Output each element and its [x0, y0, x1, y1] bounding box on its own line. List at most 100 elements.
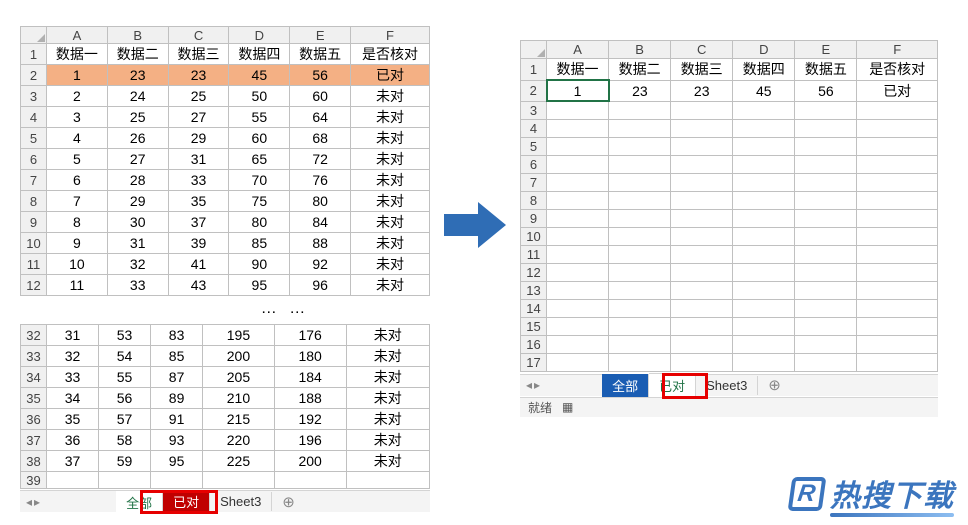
cell[interactable]	[547, 281, 609, 299]
cell[interactable]	[609, 227, 671, 245]
cell[interactable]: 27	[107, 149, 168, 170]
col-B[interactable]: B	[107, 27, 168, 44]
cell[interactable]	[733, 353, 795, 371]
row-6[interactable]: 6	[521, 155, 547, 173]
row-9[interactable]: 9	[521, 209, 547, 227]
cell[interactable]	[609, 209, 671, 227]
cell[interactable]: 数据一	[47, 44, 108, 65]
cell[interactable]: 91	[151, 409, 203, 430]
cell[interactable]: 是否核对	[857, 59, 938, 81]
cell[interactable]	[547, 137, 609, 155]
select-all-corner[interactable]	[21, 27, 47, 44]
cell[interactable]	[733, 101, 795, 119]
select-all-corner[interactable]	[521, 41, 547, 59]
cell[interactable]	[671, 245, 733, 263]
col-F[interactable]: F	[857, 41, 938, 59]
cell[interactable]	[346, 472, 430, 489]
cell[interactable]: 35	[168, 191, 229, 212]
cell[interactable]: 1	[547, 80, 609, 101]
cell[interactable]	[547, 317, 609, 335]
cell[interactable]: 未对	[346, 388, 430, 409]
cell[interactable]: 92	[290, 254, 351, 275]
row-14[interactable]: 14	[521, 299, 547, 317]
cell[interactable]: 23	[168, 65, 229, 86]
cell[interactable]	[547, 353, 609, 371]
cell[interactable]	[857, 299, 938, 317]
cell[interactable]	[609, 137, 671, 155]
cell[interactable]	[671, 119, 733, 137]
row-2[interactable]: 2	[21, 65, 47, 86]
cell[interactable]: 60	[229, 128, 290, 149]
cell[interactable]: 数据三	[671, 59, 733, 81]
cell[interactable]: 未对	[351, 233, 430, 254]
cell[interactable]: 180	[274, 346, 346, 367]
cell[interactable]: 未对	[351, 128, 430, 149]
cell[interactable]: 32	[107, 254, 168, 275]
cell[interactable]: 55	[99, 367, 151, 388]
cell[interactable]	[857, 155, 938, 173]
cell[interactable]: 80	[290, 191, 351, 212]
cell[interactable]	[609, 173, 671, 191]
cell[interactable]: 32	[47, 346, 99, 367]
macro-record-icon[interactable]: ▦	[562, 400, 573, 414]
cell[interactable]	[795, 227, 857, 245]
cell[interactable]: 未对	[351, 191, 430, 212]
tab-next-icon[interactable]: ▸	[534, 378, 540, 392]
cell[interactable]	[733, 155, 795, 173]
cell[interactable]: 90	[229, 254, 290, 275]
col-C[interactable]: C	[168, 27, 229, 44]
cell[interactable]: 85	[229, 233, 290, 254]
cell[interactable]: 60	[290, 86, 351, 107]
row-12[interactable]: 12	[521, 263, 547, 281]
row-12[interactable]: 12	[21, 275, 47, 296]
row-8[interactable]: 8	[21, 191, 47, 212]
cell[interactable]	[795, 119, 857, 137]
row-1[interactable]: 1	[521, 59, 547, 81]
cell[interactable]: 53	[99, 325, 151, 346]
cell[interactable]	[733, 245, 795, 263]
cell[interactable]: 45	[733, 80, 795, 101]
cell[interactable]	[609, 281, 671, 299]
cell[interactable]	[733, 119, 795, 137]
cell[interactable]	[671, 155, 733, 173]
cell[interactable]	[609, 191, 671, 209]
cell[interactable]: 56	[290, 65, 351, 86]
cell[interactable]	[671, 173, 733, 191]
cell[interactable]: 未对	[351, 107, 430, 128]
cell[interactable]: 9	[47, 233, 108, 254]
row-10[interactable]: 10	[521, 227, 547, 245]
cell[interactable]: 85	[151, 346, 203, 367]
cell[interactable]: 210	[203, 388, 275, 409]
cell[interactable]: 33	[107, 275, 168, 296]
cell[interactable]: 数据四	[733, 59, 795, 81]
cell[interactable]	[609, 353, 671, 371]
cell[interactable]: 57	[99, 409, 151, 430]
cell[interactable]	[857, 173, 938, 191]
cell[interactable]	[99, 472, 151, 489]
cell[interactable]	[733, 173, 795, 191]
cell[interactable]	[609, 245, 671, 263]
col-B[interactable]: B	[609, 41, 671, 59]
cell[interactable]: 83	[151, 325, 203, 346]
cell[interactable]	[671, 137, 733, 155]
col-F[interactable]: F	[351, 27, 430, 44]
cell[interactable]	[857, 353, 938, 371]
cell[interactable]	[671, 101, 733, 119]
cell[interactable]: 76	[290, 170, 351, 191]
cell[interactable]	[671, 335, 733, 353]
cell[interactable]	[671, 209, 733, 227]
row-2[interactable]: 2	[521, 80, 547, 101]
cell[interactable]: 70	[229, 170, 290, 191]
cell[interactable]	[733, 299, 795, 317]
cell[interactable]: 192	[274, 409, 346, 430]
cell[interactable]: 未对	[351, 212, 430, 233]
cell[interactable]: 未对	[346, 325, 430, 346]
cell[interactable]	[547, 155, 609, 173]
row-3[interactable]: 3	[521, 101, 547, 119]
cell[interactable]: 68	[290, 128, 351, 149]
cell[interactable]	[671, 191, 733, 209]
cell[interactable]: 8	[47, 212, 108, 233]
cell[interactable]: 数据四	[229, 44, 290, 65]
cell[interactable]	[733, 281, 795, 299]
cell[interactable]: 200	[274, 451, 346, 472]
